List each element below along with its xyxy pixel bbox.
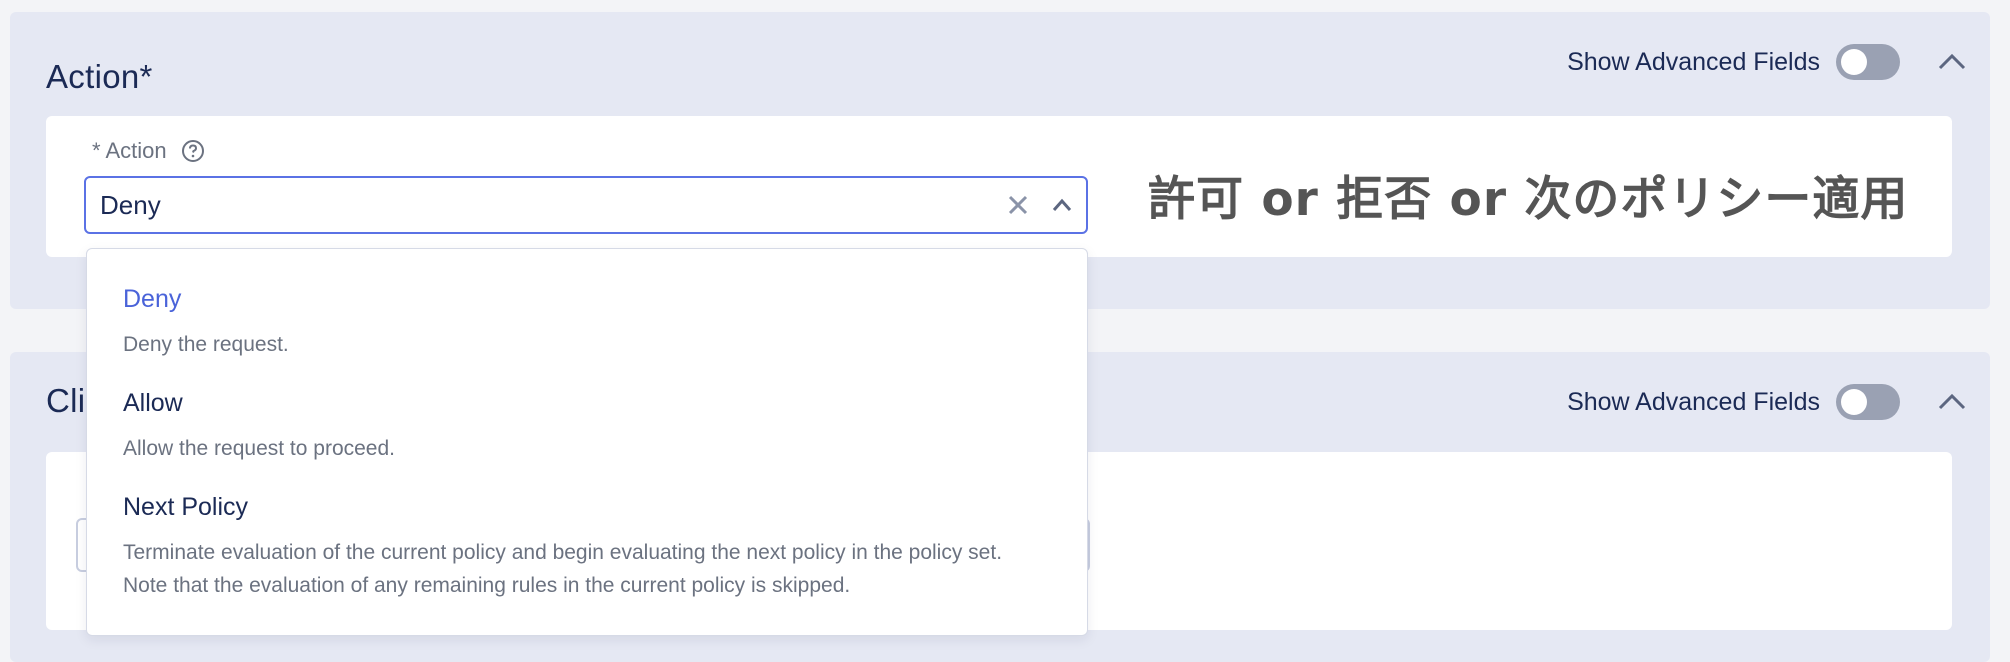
chevron-up-icon[interactable] [1042, 185, 1082, 225]
option-deny[interactable]: Deny Deny the request. [123, 285, 1051, 361]
advanced-fields-label: Show Advanced Fields [1567, 387, 1820, 416]
advanced-fields-toggle[interactable] [1836, 384, 1900, 420]
section-title: Cli [46, 382, 86, 419]
section-title: Action* [46, 58, 153, 95]
option-allow[interactable]: Allow Allow the request to proceed. [123, 389, 1051, 465]
advanced-fields-control: Show Advanced Fields [1567, 42, 1970, 82]
toggle-knob [1841, 389, 1867, 415]
clear-icon[interactable] [998, 185, 1038, 225]
advanced-fields-toggle[interactable] [1836, 44, 1900, 80]
action-field-label: * Action [92, 138, 205, 164]
help-icon[interactable] [181, 139, 205, 163]
action-dropdown-menu: Deny Deny the request. Allow Allow the r… [86, 248, 1088, 636]
option-description: Allow the request to proceed. [123, 437, 395, 460]
option-next-policy[interactable]: Next Policy Terminate evaluation of the … [123, 493, 1051, 602]
action-select[interactable]: Deny [84, 176, 1088, 234]
action-label-text: * Action [92, 138, 167, 163]
collapse-chevron-up-icon[interactable] [1934, 44, 1970, 80]
advanced-fields-control: Show Advanced Fields [1567, 382, 1970, 422]
option-description: Deny the request. [123, 333, 289, 356]
action-select-value: Deny [100, 189, 161, 220]
toggle-knob [1841, 49, 1867, 75]
option-title: Deny [123, 285, 182, 313]
option-title: Allow [123, 389, 183, 417]
annotation-text: 許可 or 拒否 or 次のポリシー適用 [1148, 172, 1909, 227]
collapse-chevron-up-icon[interactable] [1934, 384, 1970, 420]
advanced-fields-label: Show Advanced Fields [1567, 47, 1820, 76]
option-description: Terminate evaluation of the current poli… [123, 541, 1003, 597]
option-title: Next Policy [123, 493, 249, 521]
